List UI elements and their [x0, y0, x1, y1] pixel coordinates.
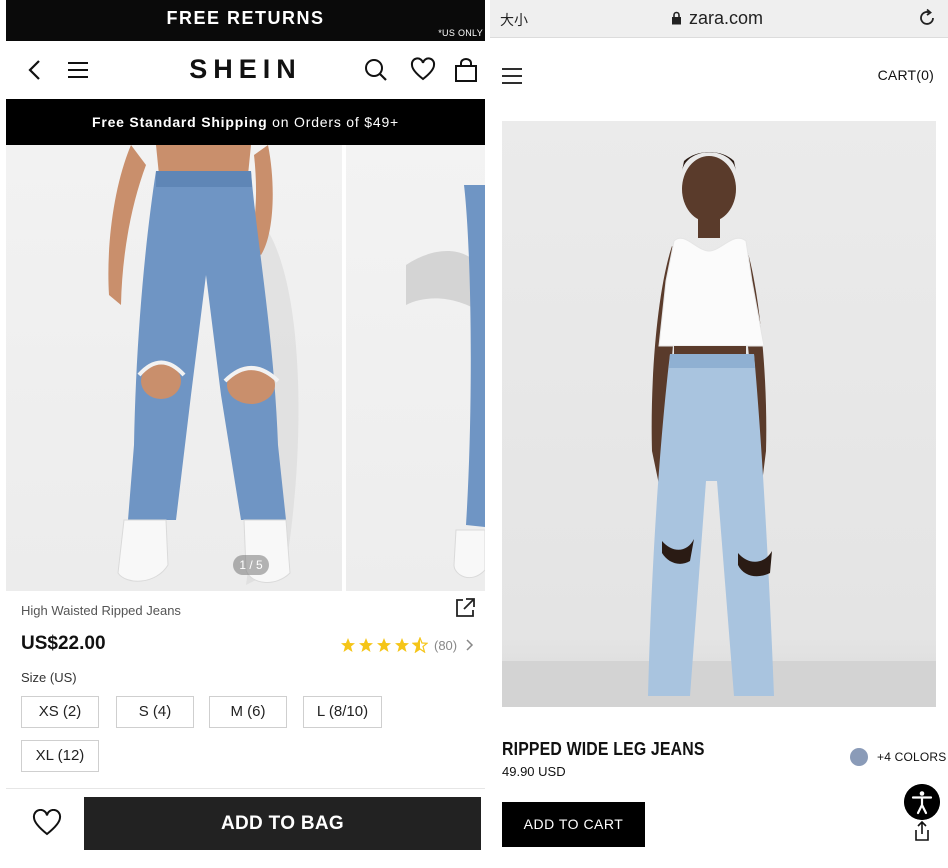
add-to-bag-button[interactable]: ADD TO BAG	[84, 797, 481, 850]
rating-summary[interactable]: (80)	[340, 635, 475, 655]
star-icon	[341, 638, 355, 652]
size-label: Size (US)	[21, 670, 77, 685]
star-icon	[395, 638, 409, 652]
shein-product-page: FREE RETURNS *US ONLY SHEIN Free Standar…	[6, 0, 485, 868]
share-icon[interactable]	[912, 820, 932, 842]
divider	[6, 788, 485, 789]
zara-product-page: 大小 zara.com CART(0) RIPPED WIDE LEG JEAN…	[490, 0, 948, 868]
shipping-banner-rest: on Orders of $49+	[267, 114, 400, 130]
url-host[interactable]: zara.com	[689, 8, 763, 29]
gallery-counter: 1 / 5	[233, 555, 269, 575]
lock-icon	[672, 11, 681, 25]
product-image-2[interactable]	[346, 145, 485, 591]
product-name: High Waisted Ripped Jeans	[21, 603, 181, 618]
add-to-cart-button[interactable]: ADD TO CART	[502, 802, 645, 847]
free-returns-banner[interactable]: FREE RETURNS *US ONLY	[6, 0, 485, 41]
free-returns-text: FREE RETURNS	[166, 8, 325, 28]
jeans-model-illustration-2	[406, 185, 485, 579]
search-icon[interactable]	[363, 57, 389, 83]
bag-icon[interactable]	[453, 57, 479, 83]
shein-header: SHEIN	[6, 41, 485, 99]
text-size-button[interactable]: 大小	[500, 10, 528, 30]
menu-icon[interactable]	[502, 67, 522, 85]
size-option-xs[interactable]: XS (2)	[21, 696, 99, 728]
wishlist-heart-icon[interactable]	[32, 809, 62, 837]
reload-icon[interactable]	[917, 8, 937, 28]
product-gallery[interactable]: 1 / 5	[6, 145, 485, 591]
size-option-m[interactable]: M (6)	[209, 696, 287, 728]
browser-address-bar[interactable]: 大小 zara.com	[490, 0, 948, 38]
jeans-model-illustration	[108, 145, 299, 585]
shipping-banner-bold: Free Standard Shipping	[91, 114, 268, 130]
cart-link[interactable]: CART(0)	[878, 67, 934, 83]
chevron-right-icon	[466, 639, 474, 651]
half-star-icon	[412, 637, 428, 653]
size-option-s[interactable]: S (4)	[116, 696, 194, 728]
more-colors-label[interactable]: +4 COLORS	[877, 750, 947, 764]
size-option-xl[interactable]: XL (12)	[21, 740, 99, 772]
us-only-note: *US ONLY	[438, 28, 483, 38]
share-icon[interactable]	[454, 597, 476, 619]
shipping-banner[interactable]: Free Standard Shipping on Orders of $49+	[6, 99, 485, 145]
product-image-1[interactable]	[6, 145, 342, 591]
star-icon	[377, 638, 391, 652]
star-icon	[359, 638, 373, 652]
review-count: (80)	[434, 637, 458, 653]
product-name: RIPPED WIDE LEG JEANS	[502, 739, 705, 759]
accessibility-icon[interactable]	[904, 784, 940, 820]
product-price: 49.90 USD	[502, 764, 566, 779]
heart-icon[interactable]	[410, 57, 436, 83]
color-options[interactable]: +4 COLORS	[850, 748, 947, 766]
product-price: US$22.00	[21, 633, 106, 654]
size-option-l[interactable]: L (8/10)	[303, 696, 382, 728]
color-swatch[interactable]	[850, 748, 868, 766]
jeans-model-illustration	[502, 152, 936, 707]
product-image[interactable]	[502, 121, 936, 707]
